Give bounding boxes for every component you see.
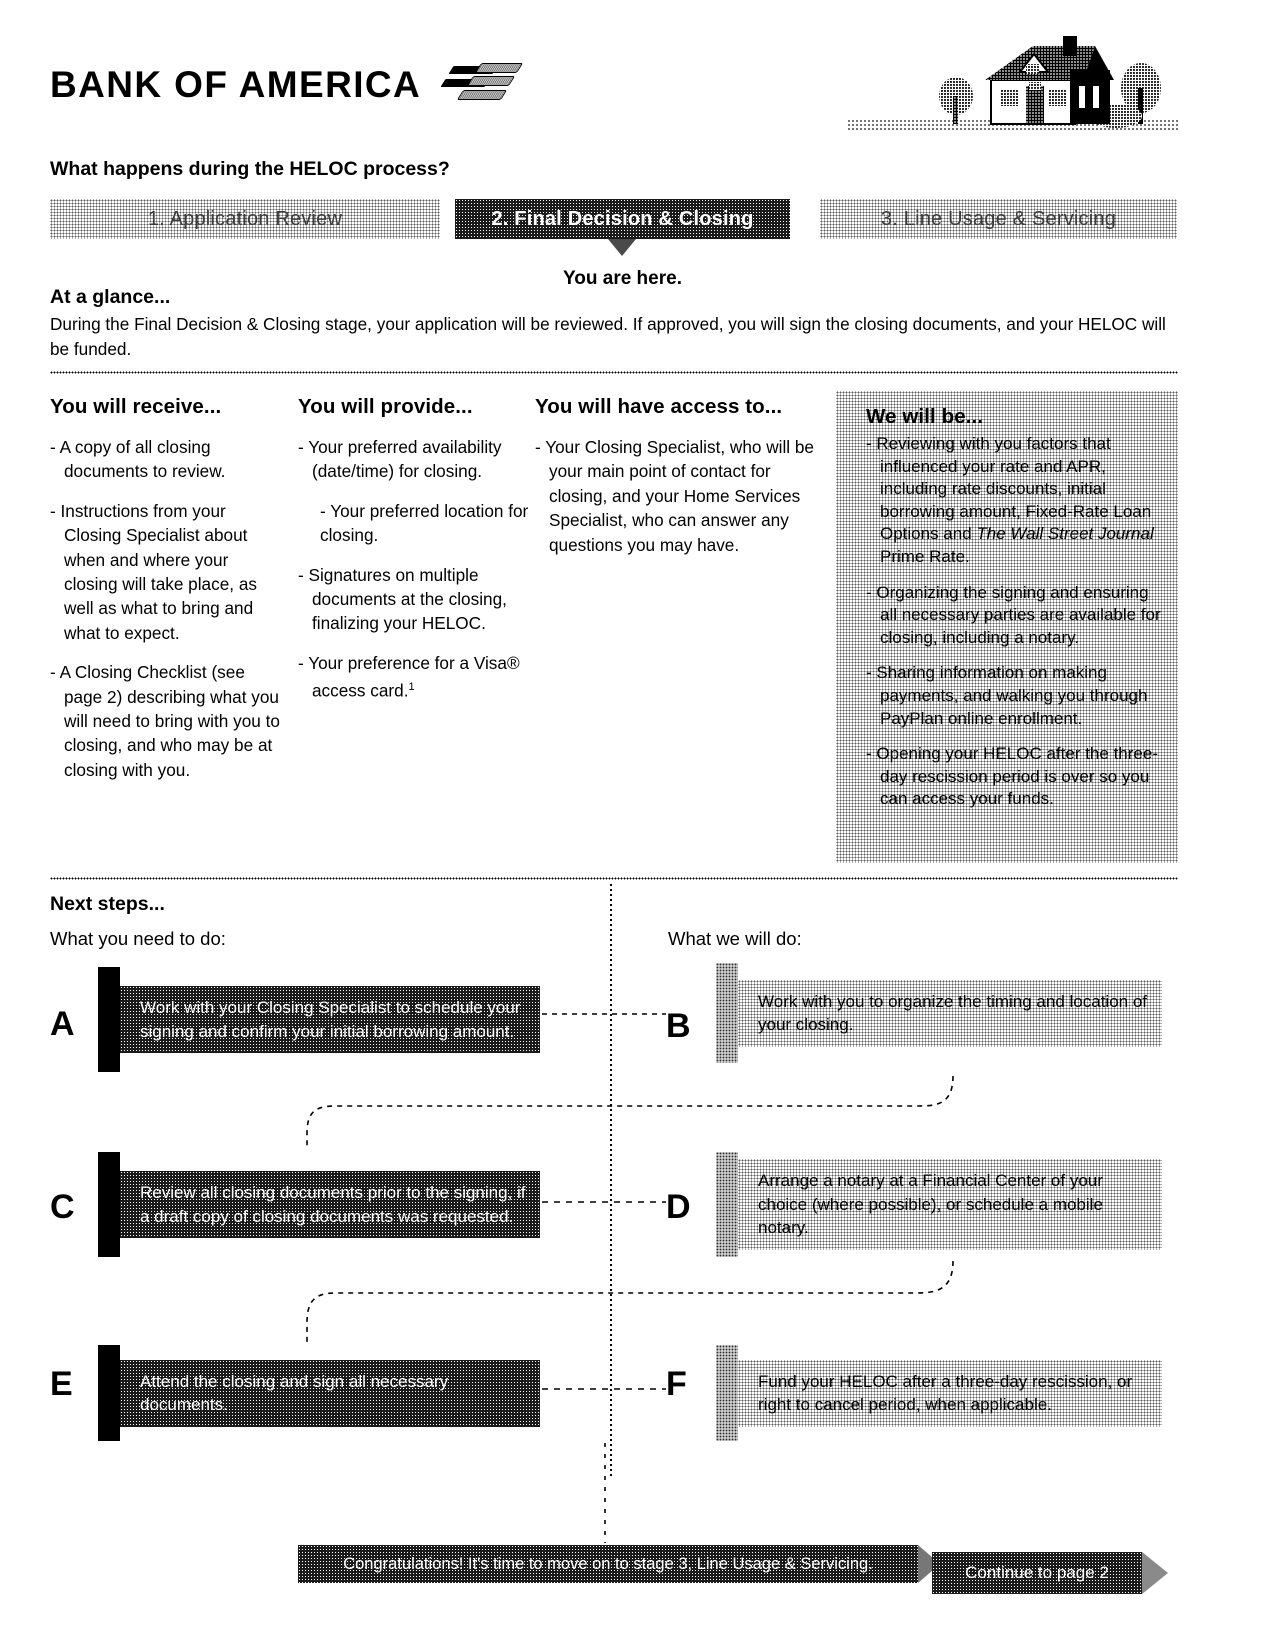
step-box-a[interactable]: Work with your Closing Specialist to sch… [98,967,540,1072]
step-accent-bar [716,1152,738,1257]
list-item-sub: - Your preferred location for closing. [320,500,529,546]
stage-item-final-decision-closing[interactable]: 2. Final Decision & Closing [455,199,790,239]
column-title: You will receive... [50,395,222,418]
what-you-need-to-do-label: What you need to do: [50,928,226,949]
list-item: Sharing information on making payments, … [866,662,1162,730]
heloc-process-page: BANK OF AMERICA What happens during the … [0,0,1275,1650]
congratulations-text: Congratulations! It's time to move on to… [343,1554,873,1573]
list-item: Opening your HELOC after the three-day r… [866,743,1162,811]
next-steps-title: Next steps... [50,893,165,915]
list-item: Your Closing Specialist, who will be you… [535,435,820,557]
connector-a-to-b [540,1000,670,1030]
text-italic: The Wall Street Journal [976,524,1154,544]
step-box-e[interactable]: Attend the closing and sign all necessar… [98,1345,540,1441]
congratulations-banner: Congratulations! It's time to move on to… [298,1545,918,1583]
list-item: A Closing Checklist (see page 2) describ… [50,660,285,782]
brand-name: BANK OF AMERICA [50,64,422,105]
what-we-will-do-label: What we will do: [668,928,802,949]
column-you-will-provide: You will provide... Your preferred avail… [298,395,538,718]
column-title: You will have access to... [535,395,783,418]
stage-item-line-usage-servicing[interactable]: 3. Line Usage & Servicing [820,199,1177,239]
step-box-f[interactable]: Fund your HELOC after a three-day rescis… [716,1345,1162,1441]
arrow-right-icon[interactable] [1142,1552,1168,1594]
divider-top [50,371,1178,374]
continue-to-page-2-button[interactable]: Continue to page 2 [932,1552,1142,1594]
step-letter-e: E [50,1365,73,1403]
list-item: Instructions from your Closing Specialis… [50,499,285,645]
column-we-will-be: We will be... Reviewing with you factors… [836,391,1178,863]
column-title: We will be... [866,405,984,428]
current-stage-pointer-icon [608,239,636,256]
column-you-will-receive: You will receive... A copy of all closin… [50,395,285,797]
bank-of-america-flag-icon [435,62,523,108]
list-item: Your preferred availability (date/time) … [298,435,538,484]
list-item: A copy of all closing documents to revie… [50,435,285,484]
list-item: Your preference for a Visa® access card.… [298,651,538,704]
connector-d-to-e [295,1257,965,1349]
list: Your Closing Specialist, who will be you… [535,435,820,557]
step-box-b[interactable]: Work with you to organize the timing and… [716,963,1162,1063]
you-are-here-label: You are here. [563,268,682,289]
text-post: Prime Rate. [880,546,970,566]
stage-label: 1. Application Review [147,207,343,230]
list-item: Organizing the signing and ensuring all … [866,582,1162,650]
step-accent-bar [98,967,120,1072]
at-a-glance-body: During the Final Decision & Closing stag… [50,314,1166,359]
step-accent-bar [98,1345,120,1441]
list: A copy of all closing documents to revie… [50,435,285,782]
continue-label: Continue to page 2 [965,1563,1109,1582]
step-text: Work with you to organize the timing and… [738,979,1162,1047]
step-text: Fund your HELOC after a three-day rescis… [738,1359,1162,1427]
stage-label: 3. Line Usage & Servicing [880,207,1117,230]
step-accent-bar [98,1152,120,1257]
step-accent-bar [716,1345,738,1441]
house-illustration [848,24,1178,136]
page-title: What happens during the HELOC process? [50,158,450,180]
step-text: Arrange a notary at a Financial Center o… [738,1159,1162,1250]
column-title: You will provide... [298,395,473,418]
list-item: Reviewing with you factors that influenc… [866,433,1162,569]
stage-label: 2. Final Decision & Closing [491,207,754,230]
step-text: Work with your Closing Specialist to sch… [120,986,540,1053]
step-box-d[interactable]: Arrange a notary at a Financial Center o… [716,1152,1162,1257]
stage-item-application-review[interactable]: 1. Application Review [50,199,440,239]
at-a-glance-title: At a glance... [50,286,171,308]
connector-e-to-f [540,1375,670,1405]
divider-next-steps [50,877,1178,880]
connector-c-to-d [540,1188,670,1218]
bank-of-america-logo: BANK OF AMERICA [50,62,523,108]
step-text: Attend the closing and sign all necessar… [120,1359,540,1427]
connector-f-to-congrats [595,1441,615,1547]
list-item: Signatures on multiple documents at the … [298,563,538,636]
step-letter-c: C [50,1188,75,1226]
list-item-text: Your preference for a Visa® access card. [308,652,520,701]
step-letter-a: A [50,1005,75,1043]
column-you-will-have-access-to: You will have access to... Your Closing … [535,395,820,572]
step-box-c[interactable]: Review all closing documents prior to th… [98,1152,540,1257]
connector-b-to-c [295,1072,965,1152]
step-text: Review all closing documents prior to th… [120,1171,540,1238]
list: Your preferred availability (date/time) … [298,435,538,703]
footnote-marker: 1 [408,681,415,694]
step-accent-bar [716,963,738,1063]
list: Reviewing with you factors that influenc… [866,433,1162,811]
